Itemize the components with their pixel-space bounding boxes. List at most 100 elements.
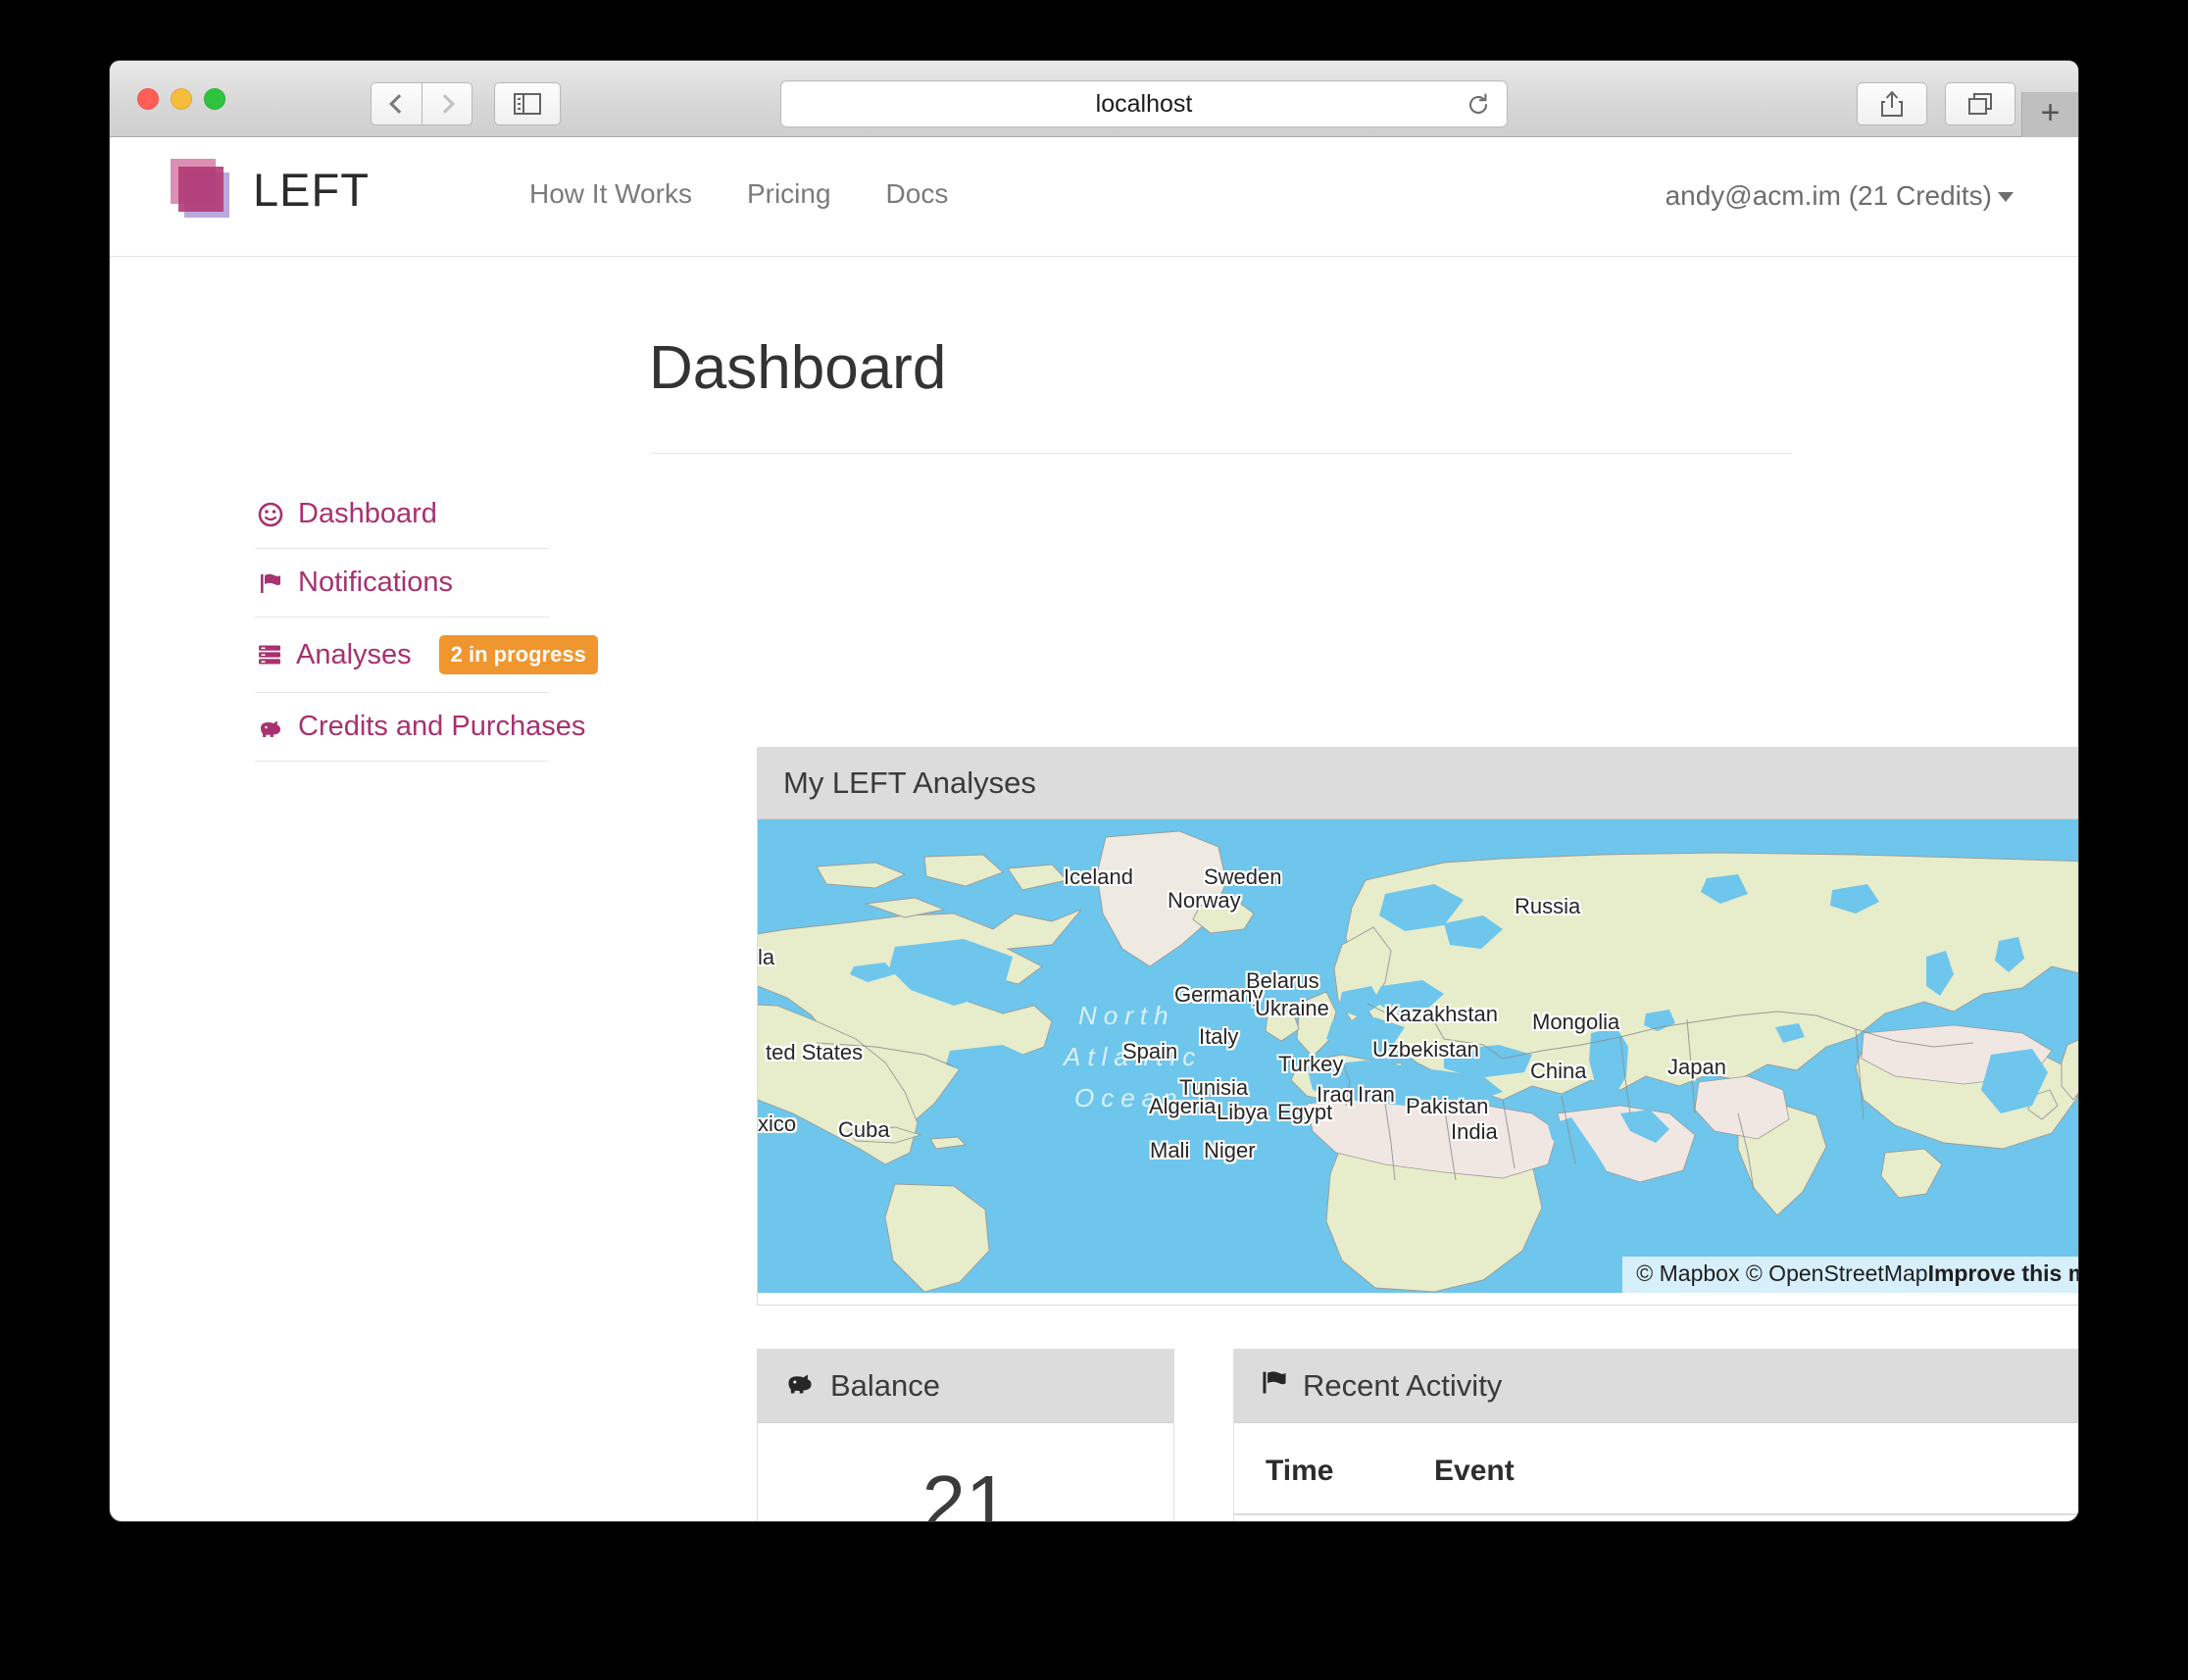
map-country-label: Kazakhstan xyxy=(1385,1002,1498,1026)
ocean-label-line: North xyxy=(1078,1001,1175,1030)
analyses-panel: My LEFT Analyses North Atlantic Ocean Ic… xyxy=(757,747,2078,1306)
map-country-label: xico xyxy=(758,1112,797,1136)
piggy-bank-icon xyxy=(257,715,284,740)
map-country-label: Japan xyxy=(1667,1055,1726,1079)
map-country-label: Uzbekistan xyxy=(1372,1037,1479,1062)
reload-button[interactable] xyxy=(1466,92,1491,123)
map-attribution-text: © Mapbox © OpenStreetMap xyxy=(1636,1260,1928,1286)
map-country-label: Mali xyxy=(1150,1138,1190,1162)
balance-body: 21 Credits xyxy=(758,1423,1173,1522)
map-country-label: Spain xyxy=(1122,1039,1178,1063)
piggy-bank-icon xyxy=(783,1367,817,1405)
minimize-window-button[interactable] xyxy=(171,88,192,110)
share-icon xyxy=(1881,91,1903,117)
sidebar-item-dashboard[interactable]: Dashboard xyxy=(255,480,549,549)
activity-rows: 7 seconds agoOne credit spent on analysi… xyxy=(1234,1514,2078,1521)
maximize-window-button[interactable] xyxy=(204,88,225,110)
map-country-label: India xyxy=(1451,1119,1498,1144)
left-logo-icon xyxy=(171,159,231,220)
sidebar-item-credits-and-purchases[interactable]: Credits and Purchases xyxy=(255,693,585,762)
map-country-label: Pakistan xyxy=(1406,1094,1489,1118)
recent-activity-panel-header: Recent Activity xyxy=(1234,1350,2078,1423)
chevron-right-icon xyxy=(435,94,455,114)
world-map[interactable]: North Atlantic Ocean Iceland Sweden Norway… xyxy=(758,819,2078,1293)
balance-panel-header: Balance xyxy=(758,1350,1173,1423)
map-country-label: Ukraine xyxy=(1255,996,1329,1020)
sidebar-toggle-button[interactable] xyxy=(494,82,561,125)
title-divider xyxy=(651,453,1792,454)
sidebar-item-label: Dashboard xyxy=(298,498,437,529)
show-all-tabs-icon xyxy=(1968,93,1992,115)
forward-button[interactable] xyxy=(422,82,472,125)
analyses-panel-header: My LEFT Analyses xyxy=(758,748,2078,819)
window-controls xyxy=(137,88,225,110)
reload-icon xyxy=(1468,93,1488,114)
sidebar-toggle-icon xyxy=(514,93,541,115)
brand-name: LEFT xyxy=(253,163,370,216)
brand-logo[interactable]: LEFT xyxy=(171,159,370,220)
site-header: LEFT How It Works Pricing Docs andy@acm.… xyxy=(110,137,2078,257)
address-bar[interactable]: localhost xyxy=(780,80,1508,127)
table-header-row: Time Event xyxy=(1234,1423,2078,1515)
map-country-label: Iran xyxy=(1358,1082,1395,1107)
sidebar-item-label: Notifications xyxy=(298,567,453,598)
improve-this-map-link[interactable]: Improve this map xyxy=(1928,1260,2078,1286)
sidebar-item-label: Analyses xyxy=(296,638,412,670)
column-header-time: Time xyxy=(1234,1423,1411,1515)
page-title: Dashboard xyxy=(649,334,947,402)
balance-panel-title: Balance xyxy=(830,1368,941,1403)
server-icon xyxy=(257,642,282,667)
analyses-panel-title: My LEFT Analyses xyxy=(783,766,1036,800)
flag-icon xyxy=(1260,1367,1289,1405)
map-country-label: Mongolia xyxy=(1532,1010,1620,1034)
map-country-label: la xyxy=(758,945,775,969)
back-button[interactable] xyxy=(371,82,422,125)
activity-time: 7 seconds ago xyxy=(1234,1514,1411,1521)
recent-activity-panel: Recent Activity Time Event 7 seconds ago… xyxy=(1233,1349,2078,1521)
nav-link-how-it-works[interactable]: How It Works xyxy=(529,178,692,210)
map-country-label: Algeria xyxy=(1149,1094,1217,1118)
sidebar-item-analyses[interactable]: Analyses 2 in progress xyxy=(255,618,598,693)
map-country-label: ted States xyxy=(766,1040,864,1064)
map-country-label: China xyxy=(1530,1059,1587,1083)
recent-activity-panel-title: Recent Activity xyxy=(1303,1368,1503,1403)
balance-panel: Balance 21 Credits xyxy=(757,1349,1174,1521)
map-country-label: Italy xyxy=(1199,1024,1239,1049)
sidebar-item-label: Credits and Purchases xyxy=(298,711,586,742)
browser-titlebar: localhost + xyxy=(110,61,2078,137)
map-attribution: © Mapbox © OpenStreetMapImprove this map xyxy=(1622,1257,2078,1293)
nav-link-docs[interactable]: Docs xyxy=(886,178,949,210)
map-country-label: Germany xyxy=(1174,982,1264,1007)
map-country-label: Turkey xyxy=(1278,1052,1344,1076)
balance-value: 21 xyxy=(921,1459,1010,1522)
nav-link-pricing[interactable]: Pricing xyxy=(747,178,831,210)
main-nav: How It Works Pricing Docs xyxy=(529,178,948,210)
close-window-button[interactable] xyxy=(137,88,159,110)
chevron-down-icon xyxy=(1998,192,2014,202)
sidebar-item-notifications[interactable]: Notifications xyxy=(255,549,549,618)
sidebar-nav: Dashboard Notifications Analyses 2 in pr… xyxy=(255,480,598,762)
browser-window: localhost + LEFT How It Works Pricing Do… xyxy=(110,61,2078,1521)
map-country-label: Cuba xyxy=(838,1117,890,1142)
activity-table: Time Event 7 seconds agoOne credit spent… xyxy=(1234,1423,2078,1521)
map-country-label: Sweden xyxy=(1204,865,1282,889)
column-header-event: Event xyxy=(1411,1423,2078,1515)
map-country-label: Russia xyxy=(1515,894,1581,918)
tachometer-icon xyxy=(257,502,284,527)
chevron-left-icon xyxy=(388,94,409,114)
activity-event: One credit spent on analysis: Gaua Islan… xyxy=(1411,1514,2078,1521)
url-text: localhost xyxy=(1095,89,1193,118)
account-menu-button[interactable]: andy@acm.im (21 Credits) xyxy=(1666,180,2014,212)
table-row: 7 seconds agoOne credit spent on analysi… xyxy=(1234,1514,2078,1521)
map-country-label: Libya xyxy=(1217,1100,1268,1124)
map-country-label: Egypt xyxy=(1277,1100,1333,1124)
flag-icon xyxy=(257,570,284,596)
account-label: andy@acm.im (21 Credits) xyxy=(1665,180,1992,211)
status-badge: 2 in progress xyxy=(438,635,598,674)
new-tab-button[interactable]: + xyxy=(2021,92,2078,137)
show-all-tabs-button[interactable] xyxy=(1945,82,2015,125)
map-country-label: Norway xyxy=(1168,888,1241,913)
map-country-label: Niger xyxy=(1204,1138,1256,1162)
map-country-label: Iceland xyxy=(1064,865,1133,889)
share-button[interactable] xyxy=(1857,82,1927,125)
